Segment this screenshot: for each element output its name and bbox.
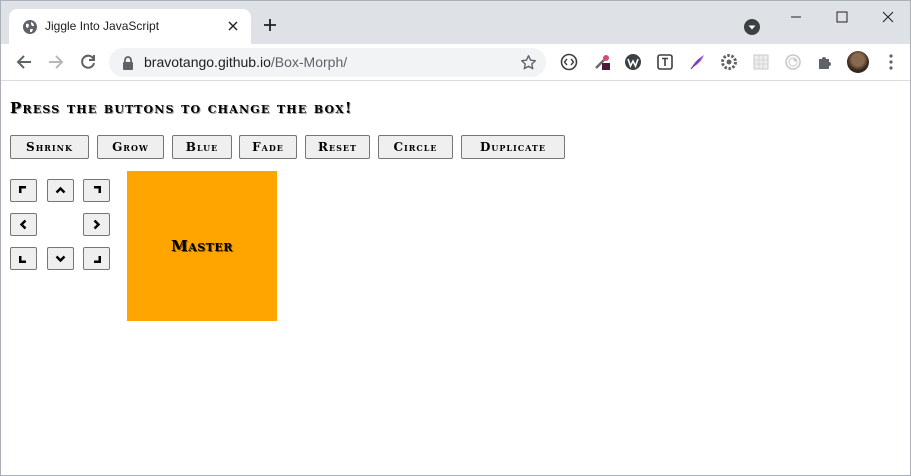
bookmark-star-icon[interactable]: [520, 54, 537, 71]
arrow-right-icon: [93, 219, 101, 230]
new-tab-icon[interactable]: [262, 17, 278, 33]
circle-button[interactable]: Circle: [378, 135, 453, 159]
page-headline: Press the buttons to change the box!: [10, 99, 353, 117]
fade-button[interactable]: Fade: [239, 135, 297, 159]
move-right-button[interactable]: [83, 213, 110, 236]
tab-title: Jiggle Into JavaScript: [45, 19, 160, 33]
page-content: Press the buttons to change the box! Shr…: [1, 82, 910, 475]
move-up-right-button[interactable]: [83, 179, 110, 202]
address-bar[interactable]: bravotango.github.io/Box-Morph/: [109, 48, 546, 77]
arrow-down-left-icon: [19, 256, 26, 263]
master-box: Master: [127, 171, 277, 321]
text-extension-icon[interactable]: [656, 53, 674, 71]
grid-extension-icon[interactable]: [752, 53, 770, 71]
back-arrow-icon[interactable]: [14, 52, 34, 72]
move-left-button[interactable]: [10, 213, 37, 236]
maximize-icon[interactable]: [819, 6, 865, 28]
arrow-left-icon: [19, 219, 27, 230]
tab-search-icon[interactable]: [743, 18, 761, 36]
lock-icon[interactable]: [121, 55, 135, 71]
browser-toolbar: bravotango.github.io/Box-Morph/: [1, 44, 910, 81]
duplicate-button[interactable]: Duplicate: [461, 135, 565, 159]
tab-strip: Jiggle Into JavaScript: [1, 1, 910, 44]
globe-icon: [23, 20, 37, 34]
arrow-up-right-icon: [94, 186, 101, 193]
spiral-extension-icon[interactable]: [784, 53, 802, 71]
blue-button[interactable]: Blue: [172, 135, 232, 159]
arrow-down-right-icon: [94, 256, 101, 263]
arrow-up-left-icon: [19, 186, 26, 193]
move-down-right-button[interactable]: [83, 247, 110, 270]
reset-button[interactable]: Reset: [305, 135, 370, 159]
move-down-left-button[interactable]: [10, 247, 37, 270]
arrow-down-icon: [55, 255, 66, 263]
feather-extension-icon[interactable]: [688, 53, 706, 71]
move-up-left-button[interactable]: [10, 179, 37, 202]
profile-avatar[interactable]: [847, 51, 869, 73]
close-window-icon[interactable]: [865, 6, 911, 28]
wordtune-extension-icon[interactable]: [624, 53, 642, 71]
url-host: bravotango.github.io: [144, 54, 271, 70]
extension-code-icon[interactable]: [560, 53, 578, 71]
forward-arrow-icon[interactable]: [46, 52, 66, 72]
puzzle-extensions-icon[interactable]: [816, 53, 834, 71]
browser-tab[interactable]: Jiggle Into JavaScript: [9, 9, 251, 44]
arrow-up-icon: [55, 186, 66, 194]
more-menu-icon[interactable]: [884, 53, 898, 71]
move-up-button[interactable]: [47, 179, 74, 202]
url-text[interactable]: bravotango.github.io/Box-Morph/: [144, 54, 347, 70]
close-tab-icon[interactable]: [225, 18, 241, 34]
url-path: /Box-Morph/: [270, 54, 348, 70]
browser-window: Jiggle Into JavaScript bravotango.github…: [0, 0, 911, 476]
box-label: Master: [171, 237, 233, 255]
shrink-button[interactable]: Shrink: [10, 135, 89, 159]
reload-icon[interactable]: [78, 52, 98, 72]
gear-extension-icon[interactable]: [720, 53, 738, 71]
move-down-button[interactable]: [47, 247, 74, 270]
eyedropper-extension-icon[interactable]: [593, 53, 611, 71]
minimize-icon[interactable]: [773, 6, 819, 28]
grow-button[interactable]: Grow: [97, 135, 164, 159]
